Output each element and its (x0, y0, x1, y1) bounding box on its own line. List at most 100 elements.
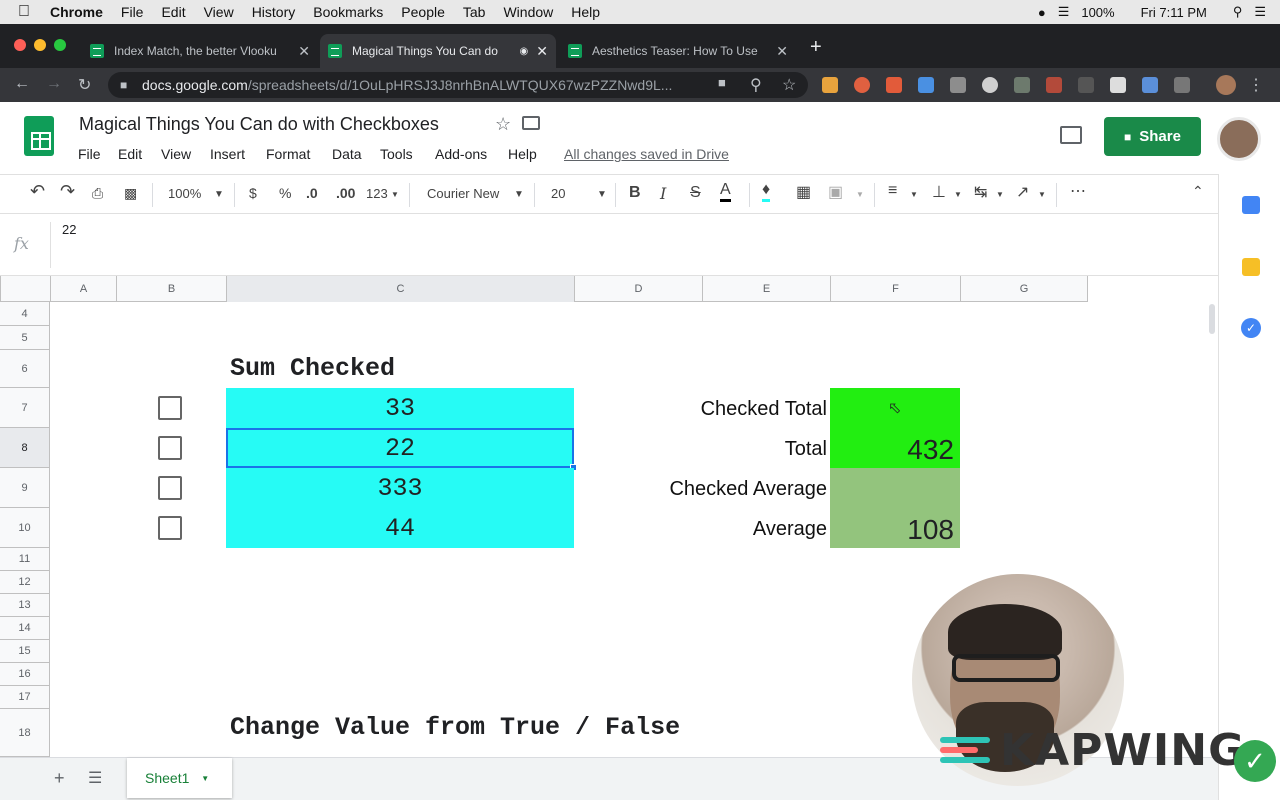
save-status[interactable]: All changes saved in Drive (564, 146, 729, 162)
font-select[interactable]: Courier New (427, 186, 499, 201)
total-cell[interactable]: 432 (830, 428, 960, 468)
close-tab-icon[interactable]: ✕ (298, 43, 310, 60)
chevron-down-icon[interactable]: ▼ (856, 190, 864, 199)
chevron-down-icon[interactable]: ▼ (954, 190, 962, 199)
row-header[interactable]: 15 (0, 640, 49, 663)
value-cell[interactable]: 333 (226, 468, 574, 508)
decrease-decimal-button[interactable]: .0 (306, 185, 318, 201)
value-cell-selected[interactable]: 22 (226, 428, 574, 468)
calendar-icon[interactable] (1242, 196, 1260, 214)
row-header[interactable]: 10 (0, 508, 49, 548)
column-header[interactable]: C (226, 276, 574, 302)
browser-tab[interactable]: Index Match, the better Vlooku ✕ (82, 34, 318, 68)
keep-icon[interactable] (1242, 258, 1260, 276)
row-header-selected[interactable]: 8 (0, 428, 49, 468)
menu-data[interactable]: Data (332, 146, 362, 162)
row-header[interactable]: 6 (0, 350, 49, 388)
print-icon[interactable]: ⎙ (92, 185, 103, 202)
increase-decimal-button[interactable]: .00 (336, 185, 355, 201)
collapse-icon[interactable]: ⌃ (1192, 183, 1204, 200)
label-cell[interactable]: Average (753, 518, 827, 541)
minimize-window-icon[interactable] (34, 39, 46, 51)
add-sheet-icon[interactable]: + (54, 768, 65, 789)
row-header[interactable]: 13 (0, 594, 49, 617)
section-title[interactable]: Sum Checked (230, 354, 395, 383)
close-tab-icon[interactable]: ✕ (776, 43, 788, 60)
font-size-select[interactable]: 20 (551, 186, 565, 201)
column-header[interactable]: B (116, 276, 226, 302)
chevron-down-icon[interactable]: ▼ (910, 190, 918, 199)
fill-color-icon[interactable]: ♦ (762, 181, 771, 202)
checkbox[interactable] (158, 516, 182, 540)
notification-center-icon[interactable]: ☰ (1254, 4, 1266, 20)
label-cell[interactable]: Checked Average (669, 478, 827, 501)
column-header[interactable]: A (50, 276, 116, 302)
text-color-icon[interactable]: A (720, 181, 731, 202)
extension-icon[interactable] (886, 77, 902, 93)
checkbox[interactable] (158, 476, 182, 500)
chevron-down-icon[interactable]: ▼ (1038, 190, 1046, 199)
menu-addons[interactable]: Add-ons (435, 146, 487, 162)
strikethrough-icon[interactable]: S (690, 184, 701, 202)
row-header[interactable]: 14 (0, 617, 49, 640)
redo-icon[interactable]: ↷ (60, 181, 75, 202)
close-window-icon[interactable] (14, 39, 26, 51)
percent-button[interactable]: % (279, 185, 291, 201)
checkbox[interactable] (158, 436, 182, 460)
clock[interactable]: Fri 7:11 PM (1141, 5, 1207, 20)
select-all-corner[interactable] (0, 276, 50, 302)
merge-cells-icon[interactable]: ▣ (828, 182, 843, 202)
reload-icon[interactable]: ↻ (78, 75, 91, 95)
currency-button[interactable]: $ (249, 185, 257, 201)
menu-tools[interactable]: Tools (380, 146, 413, 162)
text-rotation-icon[interactable]: ↗ (1016, 182, 1029, 202)
document-title[interactable]: Magical Things You Can do with Checkboxe… (79, 114, 439, 135)
sheets-logo-icon[interactable] (24, 116, 54, 156)
extension-icon[interactable] (950, 77, 966, 93)
back-icon[interactable]: ← (14, 75, 30, 93)
label-cell[interactable]: Checked Total (701, 398, 827, 421)
menu-people[interactable]: People (401, 4, 445, 20)
browser-tab[interactable]: Aesthetics Teaser: How To Use ✕ (560, 34, 796, 68)
row-header[interactable]: 18 (0, 709, 49, 757)
menu-help[interactable]: Help (508, 146, 537, 162)
row-header[interactable]: 5 (0, 326, 49, 350)
extension-icon[interactable] (1078, 77, 1094, 93)
italic-icon[interactable]: I (660, 184, 666, 203)
column-header[interactable]: D (574, 276, 702, 302)
chevron-down-icon[interactable]: ▼ (214, 189, 224, 200)
formula-input[interactable]: 22 (62, 222, 76, 237)
comments-icon[interactable] (1060, 126, 1082, 144)
camera-icon[interactable]: ■ (718, 75, 726, 90)
tasks-icon[interactable]: ✓ (1241, 318, 1261, 338)
spotlight-icon[interactable]: ⚲ (1233, 4, 1243, 20)
menu-window[interactable]: Window (503, 4, 553, 20)
row-header[interactable]: 16 (0, 663, 49, 686)
text-wrapping-icon[interactable]: ↹ (974, 182, 987, 202)
value-cell[interactable]: 33 (226, 388, 574, 428)
column-header[interactable]: E (702, 276, 830, 302)
menu-app-name[interactable]: Chrome (50, 4, 103, 20)
menu-bookmarks[interactable]: Bookmarks (313, 4, 383, 20)
bold-icon[interactable]: B (629, 184, 641, 202)
maximize-window-icon[interactable] (54, 39, 66, 51)
star-icon[interactable]: ☆ (495, 114, 511, 135)
more-options-icon[interactable]: ⋯ (1070, 181, 1086, 201)
horizontal-align-icon[interactable]: ≡ (888, 182, 897, 200)
more-formats-button[interactable]: 123 (366, 186, 388, 201)
menu-format[interactable]: Format (266, 146, 310, 162)
mic-icon[interactable]: ● (1038, 5, 1046, 20)
all-sheets-icon[interactable]: ☰ (88, 768, 102, 788)
row-header[interactable]: 4 (0, 302, 49, 326)
value-cell[interactable]: 44 (226, 508, 574, 548)
menu-history[interactable]: History (252, 4, 296, 20)
extension-icon[interactable] (982, 77, 998, 93)
average-cell[interactable]: 108 (830, 508, 960, 548)
forward-icon[interactable]: → (46, 75, 62, 93)
section-title[interactable]: Change Value from True / False (230, 713, 680, 742)
extension-icon[interactable] (1142, 77, 1158, 93)
label-cell[interactable]: Total (785, 438, 827, 461)
row-header[interactable]: 9 (0, 468, 49, 508)
bookmark-star-icon[interactable]: ☆ (782, 75, 796, 95)
battery-percent[interactable]: 100% (1081, 5, 1114, 20)
